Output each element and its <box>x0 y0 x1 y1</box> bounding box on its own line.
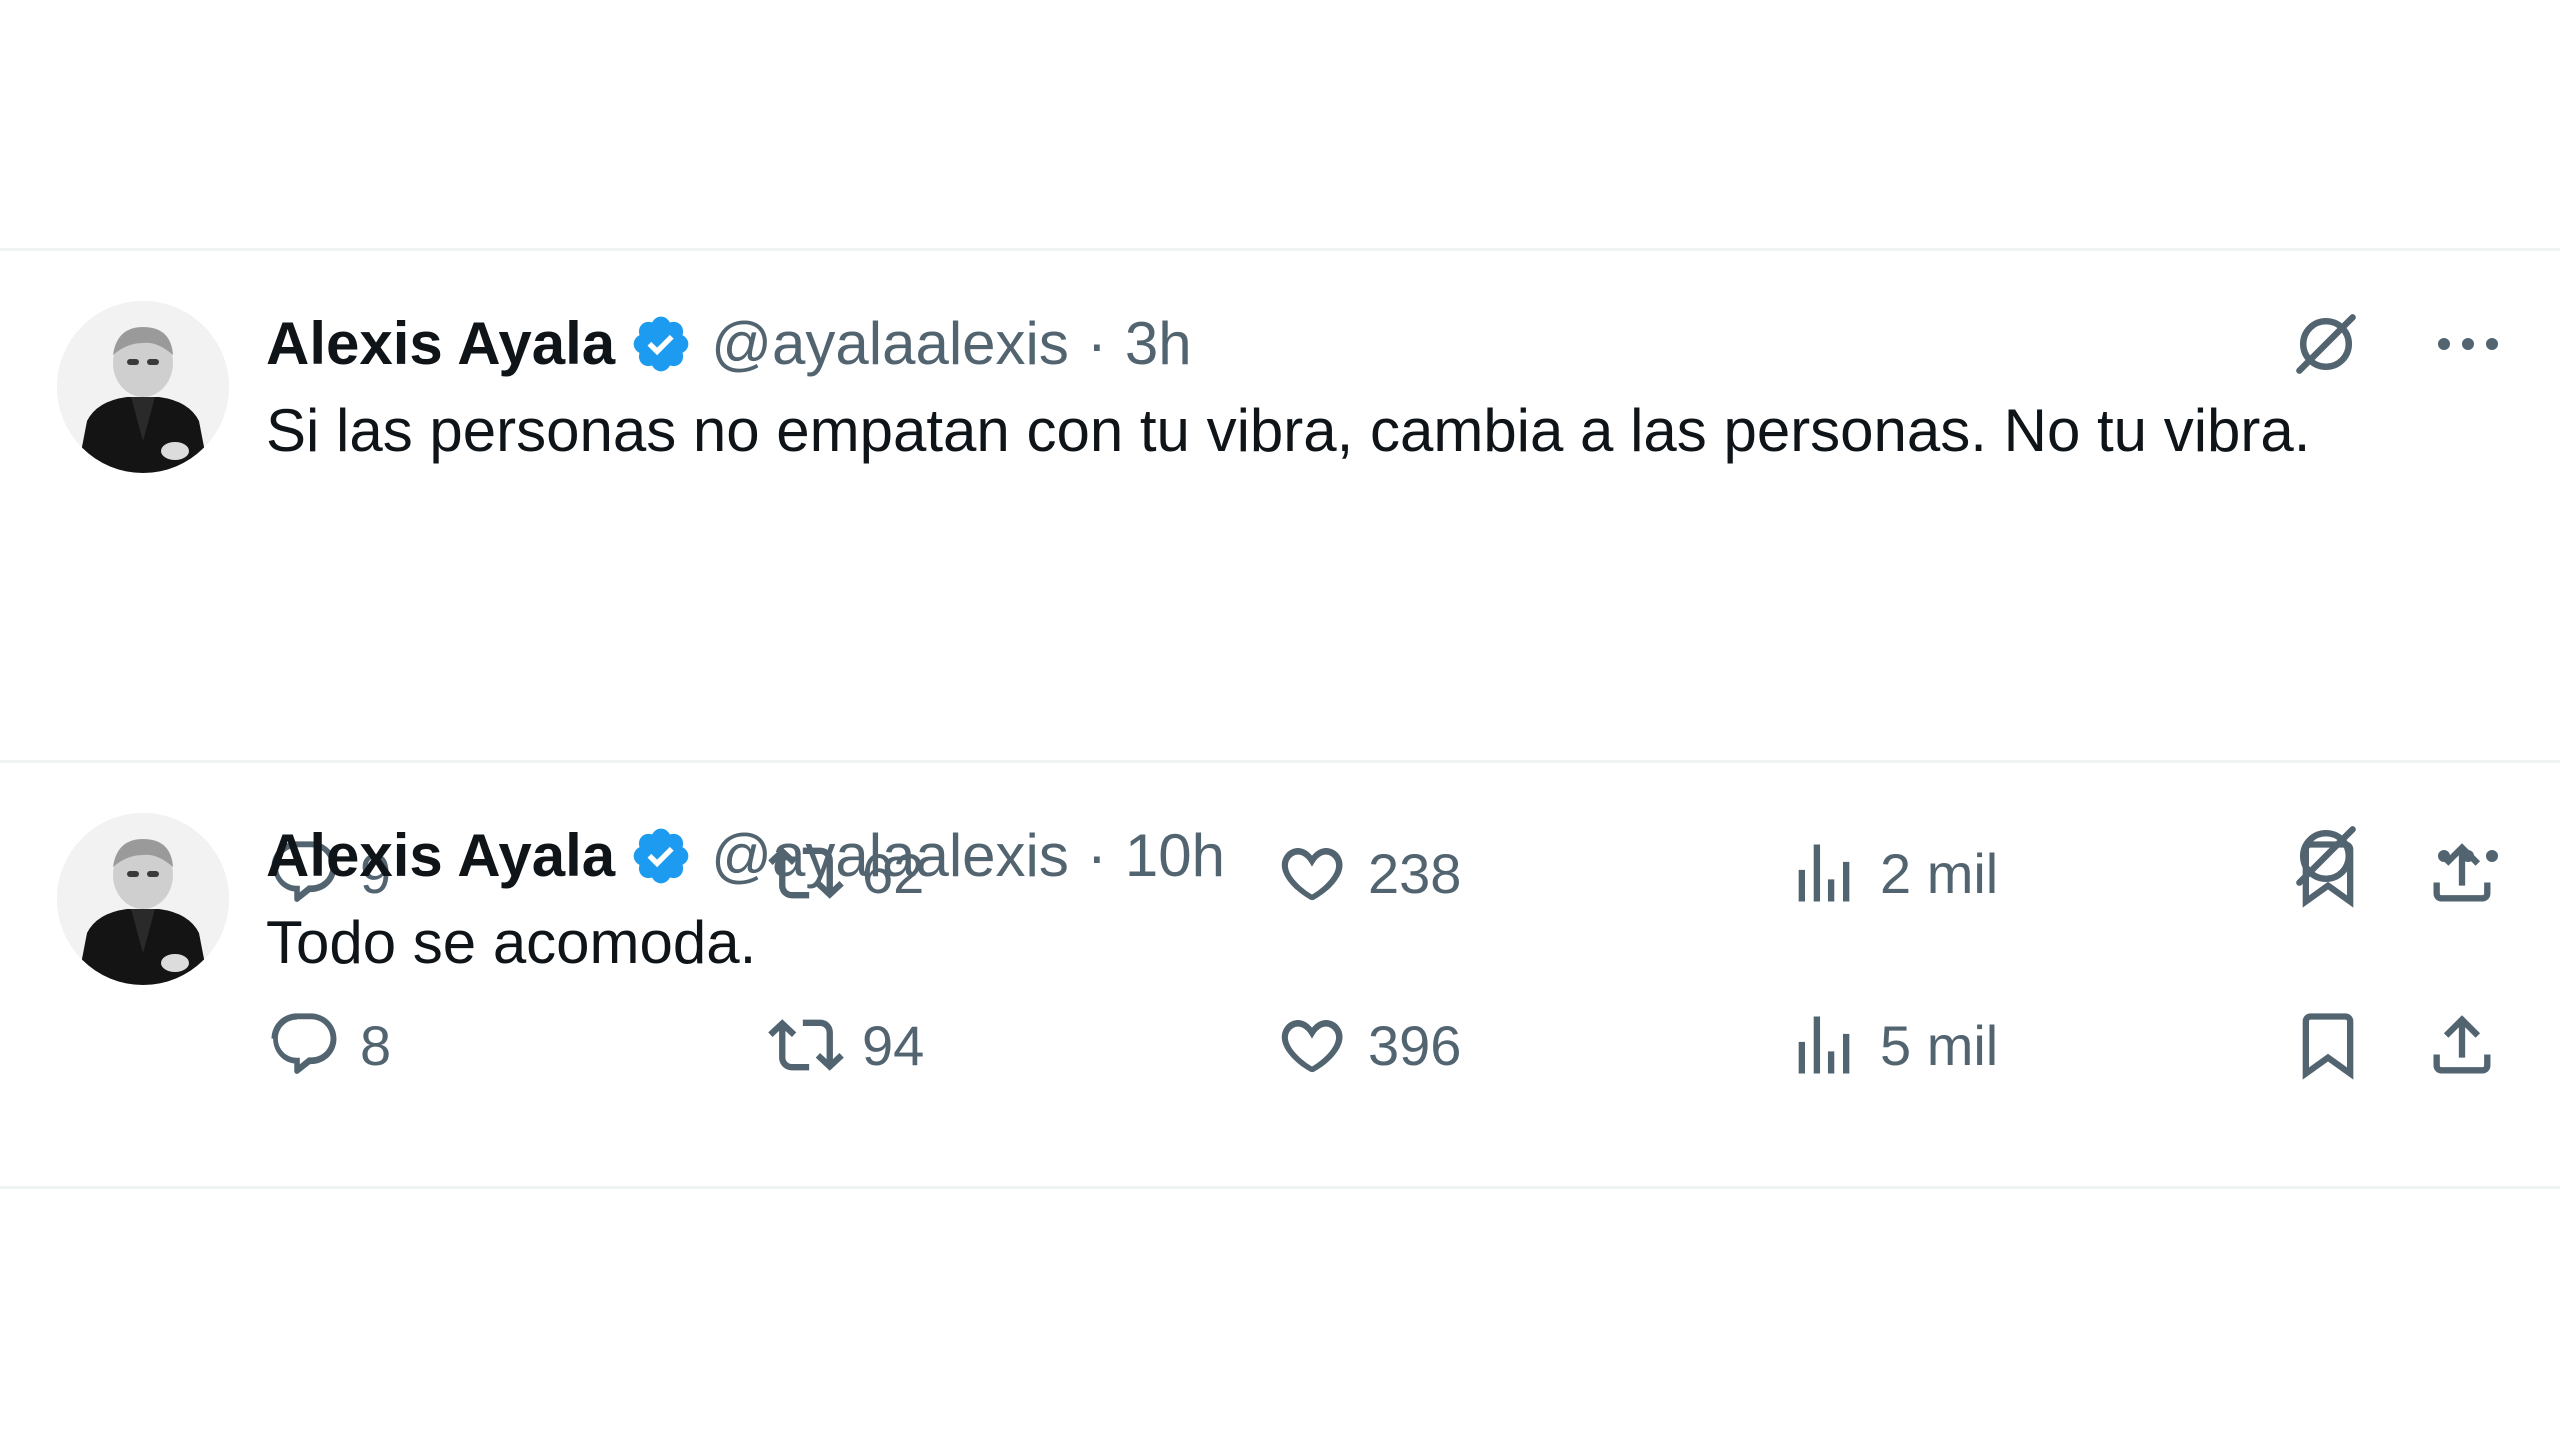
reply-button[interactable]: 8 <box>266 1007 391 1083</box>
verified-badge-icon <box>629 824 693 888</box>
share-button[interactable] <box>2424 1007 2500 1083</box>
like-button[interactable]: 396 <box>1274 1007 1461 1083</box>
bookmark-button[interactable] <box>2290 1007 2366 1083</box>
grok-icon[interactable] <box>2288 818 2364 894</box>
tweet[interactable]: Alexis Ayala @ayalaalexis · 10h Todo se … <box>0 763 2560 1189</box>
views-button[interactable]: 5 mil <box>1786 1007 1998 1083</box>
tweet-text: Todo se acomoda. <box>266 909 757 976</box>
timestamp[interactable]: 3h <box>1125 301 1192 387</box>
avatar[interactable] <box>57 813 229 985</box>
display-name[interactable]: Alexis Ayala <box>266 813 615 899</box>
tweet-feed: Alexis Ayala @ayalaalexis · 3h Si las pe… <box>0 248 2560 1189</box>
top-blank-area <box>0 0 2560 248</box>
retweet-button[interactable]: 94 <box>768 1007 924 1083</box>
views-count: 5 mil <box>1880 1013 1999 1077</box>
tweet-header: Alexis Ayala @ayalaalexis · 3h <box>266 301 2560 387</box>
verified-badge-icon <box>629 312 693 376</box>
separator: · <box>1086 822 1107 889</box>
more-icon[interactable] <box>2436 846 2500 866</box>
tweet-actions: 8 94 396 5 mil <box>266 1005 2500 1085</box>
bookmark-icon <box>2302 1013 2354 1080</box>
heart-icon <box>1281 1019 1343 1073</box>
reply-icon <box>271 1013 337 1074</box>
tweet-header: Alexis Ayala @ayalaalexis · 10h <box>266 813 2560 899</box>
retweet-icon <box>768 1019 844 1071</box>
grok-icon[interactable] <box>2288 306 2364 382</box>
handle[interactable]: @ayalaalexis <box>711 813 1069 899</box>
separator: · <box>1086 310 1107 377</box>
retweet-count: 94 <box>862 1013 925 1077</box>
share-icon <box>2433 1015 2491 1074</box>
more-icon[interactable] <box>2436 334 2500 354</box>
avatar[interactable] <box>57 301 229 473</box>
display-name[interactable]: Alexis Ayala <box>266 301 615 387</box>
timestamp[interactable]: 10h <box>1125 813 1225 899</box>
tweet[interactable]: Alexis Ayala @ayalaalexis · 3h Si las pe… <box>0 251 2560 908</box>
reply-count: 8 <box>360 1013 392 1077</box>
views-icon <box>1798 1016 1850 1074</box>
like-count: 396 <box>1368 1013 1462 1077</box>
handle[interactable]: @ayalaalexis <box>711 301 1069 387</box>
tweet-text: Si las personas no empatan con tu vibra,… <box>266 397 2311 464</box>
